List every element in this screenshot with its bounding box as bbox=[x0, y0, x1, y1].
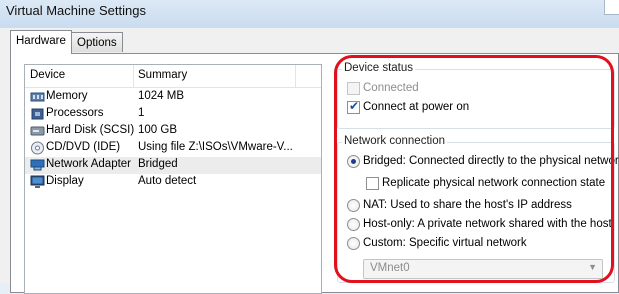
connect-at-power-on-label: Connect at power on bbox=[363, 101, 470, 113]
checkmark-icon: ✔ bbox=[349, 99, 360, 113]
radio-selected-dot bbox=[351, 159, 356, 164]
connected-label: Connected bbox=[363, 82, 419, 94]
device-row-cd-dvd[interactable]: CD/DVD (IDE) Using file Z:\ISOs\VMware-V… bbox=[25, 140, 321, 157]
nat-radio[interactable] bbox=[347, 199, 360, 212]
device-summary: Bridged bbox=[138, 158, 178, 170]
device-name: Network Adapter bbox=[46, 158, 132, 170]
hard-disk-icon bbox=[30, 126, 45, 136]
tab-options-label: Options bbox=[77, 37, 117, 49]
device-summary: Using file Z:\ISOs\VMware-V... bbox=[138, 141, 293, 153]
display-icon bbox=[30, 175, 45, 188]
tab-options[interactable]: Options bbox=[71, 32, 123, 52]
vmnet-select-value: VMnet0 bbox=[370, 262, 410, 274]
column-separator[interactable] bbox=[295, 65, 296, 87]
device-row-network-adapter[interactable]: Network Adapter Bridged bbox=[25, 157, 321, 174]
chevron-down-icon: ▼ bbox=[588, 262, 597, 272]
device-list-header: Device Summary bbox=[25, 65, 321, 88]
device-row-memory[interactable]: Memory 1024 MB bbox=[25, 89, 321, 106]
device-summary: 1024 MB bbox=[138, 90, 185, 102]
bridged-label: Bridged: Connected directly to the physi… bbox=[363, 155, 619, 167]
connected-checkbox[interactable] bbox=[347, 82, 360, 95]
window-title: Virtual Machine Settings bbox=[6, 3, 146, 18]
device-summary: Auto detect bbox=[138, 175, 197, 187]
custom-label: Custom: Specific virtual network bbox=[363, 237, 527, 249]
nat-label: NAT: Used to share the host's IP address bbox=[363, 199, 572, 211]
tab-hardware-label: Hardware bbox=[16, 35, 66, 47]
host-only-radio[interactable] bbox=[347, 218, 360, 231]
replicate-state-checkbox[interactable] bbox=[366, 177, 379, 190]
device-name: Memory bbox=[46, 90, 88, 102]
device-row-display[interactable]: Display Auto detect bbox=[25, 174, 321, 191]
vmnet-select[interactable]: VMnet0 ▼ bbox=[363, 259, 603, 279]
device-row-processors[interactable]: Processors 1 bbox=[25, 106, 321, 123]
network-connection-title: Network connection bbox=[342, 135, 447, 147]
title-bar: Virtual Machine Settings bbox=[0, 0, 619, 28]
column-header-device[interactable]: Device bbox=[30, 69, 65, 81]
device-status-group bbox=[337, 69, 615, 129]
bridged-radio[interactable] bbox=[347, 155, 360, 168]
device-summary: 100 GB bbox=[138, 124, 177, 136]
host-only-label: Host-only: A private network shared with… bbox=[363, 218, 612, 230]
close-button[interactable] bbox=[604, 0, 619, 15]
connect-at-power-on-checkbox[interactable]: ✔ bbox=[347, 99, 360, 114]
custom-radio[interactable] bbox=[347, 237, 360, 250]
device-name: CD/DVD (IDE) bbox=[46, 141, 121, 153]
tab-hardware[interactable]: Hardware bbox=[10, 30, 72, 54]
column-separator[interactable] bbox=[133, 65, 134, 87]
replicate-state-label: Replicate physical network connection st… bbox=[382, 177, 606, 189]
device-list[interactable]: Device Summary Memory 1024 MB Processors… bbox=[24, 64, 322, 294]
device-name: Processors bbox=[46, 107, 104, 119]
memory-icon bbox=[30, 92, 45, 102]
device-name: Hard Disk (SCSI) bbox=[46, 124, 135, 136]
device-status-title: Device status bbox=[342, 62, 416, 74]
cd-dvd-icon bbox=[31, 141, 44, 155]
device-summary: 1 bbox=[138, 107, 145, 119]
device-name: Display bbox=[46, 175, 84, 187]
processor-icon bbox=[31, 108, 44, 120]
network-adapter-icon bbox=[30, 159, 45, 171]
column-header-summary[interactable]: Summary bbox=[138, 69, 187, 81]
device-row-hard-disk[interactable]: Hard Disk (SCSI) 100 GB bbox=[25, 123, 321, 140]
